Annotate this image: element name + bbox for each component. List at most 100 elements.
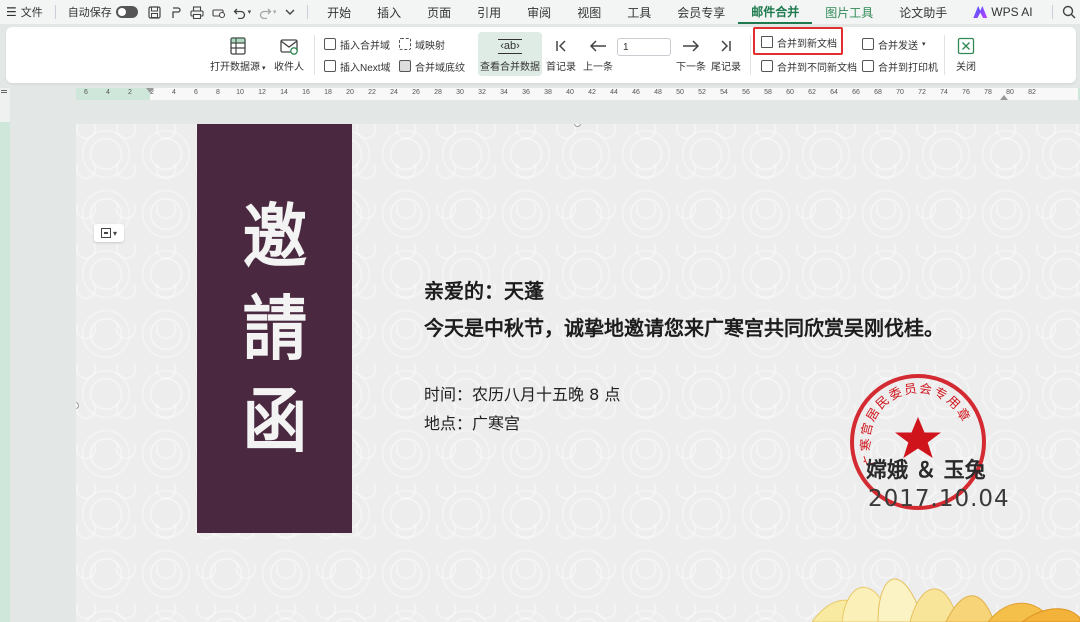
- merge-send-icon: [862, 38, 874, 50]
- date-text: 2017.10.04: [868, 486, 1010, 512]
- ruler-tick: 10: [236, 89, 244, 96]
- ruler-tick: 8: [216, 89, 220, 96]
- first-record-label: 首记录: [546, 62, 576, 73]
- redo-icon[interactable]: ▾: [255, 0, 280, 24]
- open-datasource-button[interactable]: 打开数据源 ▾: [210, 34, 265, 73]
- field-mapping-label: 域映射: [415, 40, 445, 52]
- ruler-tick: 2: [128, 89, 132, 96]
- insert-field-icon: [324, 38, 336, 50]
- wps-ai-logo-icon: [973, 6, 988, 18]
- print-preview-icon[interactable]: [208, 0, 229, 24]
- merge-to-printer-label: 合并到打印机: [878, 62, 938, 74]
- abc-field-icon: ‹ab›: [498, 38, 522, 54]
- ruler-tick: 18: [324, 89, 332, 96]
- more-chevron-icon[interactable]: [280, 0, 301, 24]
- left-indent-marker-icon[interactable]: [146, 88, 154, 93]
- document-page[interactable]: 邀 請 函 ▾ 亲爱的：天蓬 今天是中秋节，诚挚地邀请您来广寒宫共同欣赏吴刚伐桂…: [76, 124, 1080, 622]
- place-line: 地点：广寒宫: [424, 414, 521, 433]
- ruler-tick: 62: [808, 89, 816, 96]
- merge-to-printer-button[interactable]: 合并到打印机: [862, 58, 938, 74]
- field-mapping-button[interactable]: 域映射: [399, 36, 445, 52]
- tab-page[interactable]: 页面: [414, 0, 464, 24]
- ruler-tick: 52: [698, 89, 706, 96]
- merge-field-shading-button[interactable]: 合并域底纹: [399, 58, 465, 74]
- tab-tools[interactable]: 工具: [614, 0, 664, 24]
- merge-separate-docs-icon: [761, 60, 773, 72]
- chevron-down-icon: ▾: [922, 41, 926, 48]
- resize-handle[interactable]: [76, 402, 79, 409]
- resize-handle[interactable]: [574, 124, 581, 127]
- merge-to-new-doc-label: 合并到新文档: [777, 38, 837, 50]
- search-icon[interactable]: [1059, 0, 1080, 24]
- ruler-tick: 82: [1028, 89, 1036, 96]
- tab-picture-tools[interactable]: 图片工具: [812, 0, 886, 24]
- banner-char: 函: [242, 378, 307, 462]
- ruler-tick: 48: [654, 89, 662, 96]
- ruler-tick: 76: [962, 89, 970, 96]
- vertical-ruler[interactable]: [0, 122, 10, 622]
- recipients-button[interactable]: 收件人: [274, 34, 304, 73]
- divider: [1051, 5, 1053, 19]
- tab-mail-merge[interactable]: 邮件合并: [738, 0, 813, 24]
- mail-recipient-icon: [279, 34, 299, 58]
- tab-wps-ai[interactable]: WPS AI: [960, 0, 1045, 24]
- right-indent-marker-icon[interactable]: [1000, 95, 1008, 100]
- ruler-tick: 4: [106, 89, 110, 96]
- ruler-tick: 64: [830, 89, 838, 96]
- autosave-toggle[interactable]: 自动保存: [62, 0, 144, 24]
- ruler-tick: 70: [896, 89, 904, 96]
- divider: [314, 35, 315, 75]
- next-label: 下一条: [676, 62, 706, 73]
- frame-icon: [100, 228, 111, 238]
- first-record-button[interactable]: 首记录: [546, 34, 576, 73]
- insert-next-field-button[interactable]: 插入Next域: [324, 58, 391, 74]
- merge-to-new-document-button[interactable]: 合并到新文档: [761, 34, 837, 50]
- record-number-input[interactable]: [617, 38, 671, 56]
- undo-icon[interactable]: ▾: [229, 0, 254, 24]
- tab-references[interactable]: 引用: [464, 0, 514, 24]
- chevron-down-icon: ▾: [272, 9, 277, 16]
- tab-member[interactable]: 会员专享: [664, 0, 738, 24]
- file-menu-label: 文件: [20, 7, 43, 19]
- export-pdf-icon[interactable]: [165, 0, 186, 24]
- field-shading-icon: [399, 60, 411, 72]
- tab-home[interactable]: 开始: [314, 0, 364, 24]
- insert-merge-field-button[interactable]: 插入合并域: [324, 36, 390, 52]
- ruler-tick: 22: [368, 89, 376, 96]
- signature-text: 嫦娥 ＆ 玉兔: [866, 458, 986, 482]
- divider: [750, 35, 751, 75]
- hamburger-icon: ☰: [6, 5, 17, 19]
- ruler-tick: 60: [786, 89, 794, 96]
- merge-to-separate-documents-button[interactable]: 合并到不同新文档: [761, 58, 857, 74]
- view-merged-data-button[interactable]: ‹ab› 查看合并数据: [478, 32, 542, 76]
- merge-send-button[interactable]: 合并发送 ▾: [862, 36, 926, 52]
- ruler-tick: 46: [632, 89, 640, 96]
- divider: [307, 5, 309, 19]
- previous-record-button[interactable]: 上一条: [583, 34, 613, 73]
- close-button[interactable]: 关闭: [956, 34, 976, 73]
- arrow-right-icon: [681, 34, 701, 58]
- next-record-button[interactable]: 下一条: [676, 34, 706, 73]
- file-menu[interactable]: ☰ 文件: [0, 0, 49, 24]
- view-merged-data-label: 查看合并数据: [480, 62, 540, 73]
- ruler-tick: 14: [280, 89, 288, 96]
- ruler-tick: 50: [676, 89, 684, 96]
- first-record-icon: [553, 34, 569, 58]
- ruler-tick: 4: [172, 89, 176, 96]
- merge-to-separate-docs-label: 合并到不同新文档: [777, 62, 857, 74]
- ruler-tick: 78: [984, 89, 992, 96]
- greeting-line: 亲爱的：天蓬: [424, 279, 544, 303]
- tab-review[interactable]: 审阅: [514, 0, 564, 24]
- horizontal-ruler[interactable]: 6 4 2 2 4 6 8 10 12 14 16 18 20 22 24 26 28 30 32 34 36 38 40 4…: [76, 88, 1080, 100]
- invitation-banner: 邀 請 函: [197, 124, 352, 533]
- last-record-button[interactable]: 尾记录: [711, 34, 741, 73]
- ruler-tick: 54: [720, 89, 728, 96]
- tab-view[interactable]: 视图: [564, 0, 614, 24]
- database-icon: [228, 34, 248, 58]
- print-icon[interactable]: [186, 0, 207, 24]
- save-icon[interactable]: [144, 0, 165, 24]
- frame-options-button[interactable]: ▾: [94, 224, 124, 242]
- field-mapping-icon: [399, 38, 411, 50]
- tab-insert[interactable]: 插入: [364, 0, 414, 24]
- tab-thesis-assistant[interactable]: 论文助手: [886, 0, 960, 24]
